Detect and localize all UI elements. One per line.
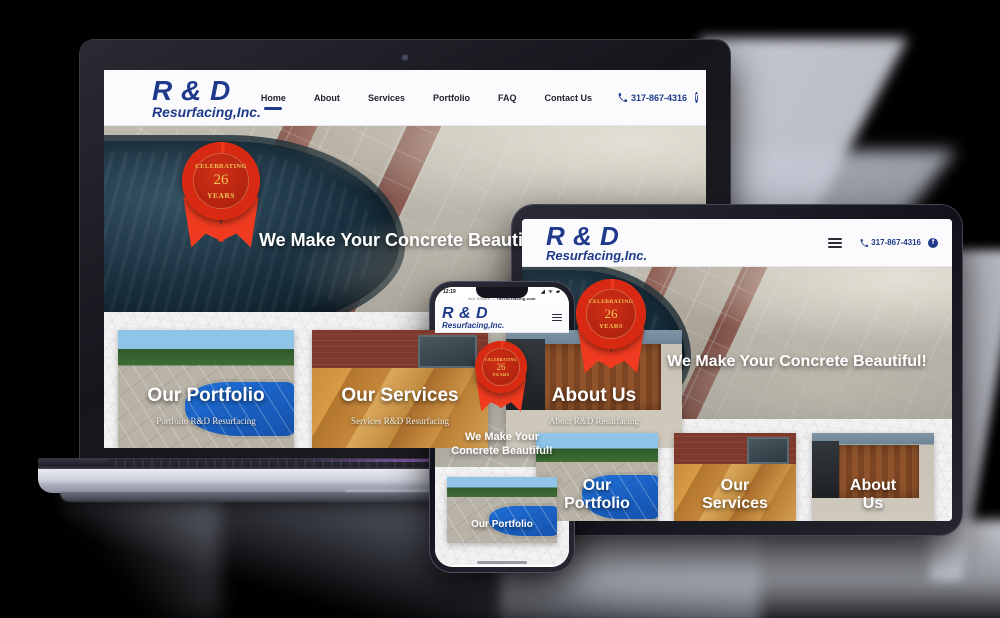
celebrating-badge-mobile: CELEBRATING 26 YEARS xyxy=(475,341,527,393)
mockup-stage: R & D Resurfacing,Inc. Home About Servic… xyxy=(0,0,1000,618)
tablet-card-title-services-line2: Services xyxy=(702,495,768,512)
logo-line-1-tablet: R & D xyxy=(546,221,620,251)
hamburger-menu-icon[interactable] xyxy=(828,237,843,248)
mobile-navbar: R & D Resurfacing,Inc. xyxy=(435,303,569,333)
celebrating-badge-tablet: CELEBRATING 26 YEARS xyxy=(576,279,646,349)
card-title-portfolio: Our Portfolio xyxy=(147,385,265,406)
status-bar-time: 12:19 xyxy=(443,289,456,295)
phone-icon xyxy=(618,93,628,102)
card-image-portfolio xyxy=(447,477,557,543)
card-subtitle-services: Services R&D Resurfacing xyxy=(351,416,449,426)
phone-home-indicator xyxy=(477,561,527,564)
tablet-navbar: R & D Resurfacing,Inc. 317-867-4316 f xyxy=(522,219,952,267)
badge-inner-face: CELEBRATING 26 YEARS xyxy=(192,152,250,210)
facebook-icon[interactable]: f xyxy=(695,92,698,103)
logo-line-1: R & D xyxy=(152,74,231,106)
tablet-card-title-about-line1: About xyxy=(849,477,897,494)
tablet-stone-divider-band: Our Portfolio Our Services About Us xyxy=(522,419,952,521)
mobile-hero-headline-line1: We Make Your xyxy=(465,431,539,443)
site-logo[interactable]: R & D Resurfacing,Inc. xyxy=(152,74,261,120)
tablet-phone-number: 317-867-4316 xyxy=(871,238,921,247)
badge-bottom-text: YEARS xyxy=(599,322,623,330)
tablet-card-title-services-line1: Our xyxy=(720,477,750,494)
tablet-card-title-about-line2: Us xyxy=(862,495,884,512)
mobile-cards-row: Our Portfolio xyxy=(435,467,569,543)
mobile-stone-divider-band: Our Portfolio xyxy=(435,467,569,565)
logo-line-2-mobile: Resurfacing,Inc. xyxy=(442,320,505,330)
celebrating-badge: CELEBRATING 26 YEARS xyxy=(182,142,260,220)
mobile-hero-headline-line2: Concrete Beautiful! xyxy=(451,445,553,457)
nav-item-services[interactable]: Services xyxy=(368,93,405,103)
website-tablet: R & D Resurfacing,Inc. 317-867-4316 f CE… xyxy=(522,219,952,521)
badge-inner-face: CELEBRATING 26 YEARS xyxy=(482,348,520,386)
mobile-card-our-portfolio[interactable]: Our Portfolio xyxy=(447,477,557,543)
card-title-about: About Us xyxy=(551,385,637,406)
nav-item-about[interactable]: About xyxy=(314,93,340,103)
desktop-nav-links: Home About Services Portfolio FAQ Contac… xyxy=(261,93,592,103)
card-title-services: Our Services xyxy=(341,385,459,406)
logo-line-2: Resurfacing,Inc. xyxy=(152,103,261,120)
header-phone-number: 317-867-4316 xyxy=(631,92,688,103)
badge-number: 26 xyxy=(496,362,506,372)
logo-line-2-tablet: Resurfacing,Inc. xyxy=(546,248,648,263)
nav-item-portfolio[interactable]: Portfolio xyxy=(433,93,470,103)
logo-line-1-mobile: R & D xyxy=(442,304,489,322)
status-bar-icons: ◢ ᯤ ▰ xyxy=(540,289,561,295)
badge-top-text: CELEBRATING xyxy=(195,162,247,170)
tablet-phone-link[interactable]: 317-867-4316 xyxy=(860,238,921,247)
facebook-icon[interactable]: f xyxy=(928,237,938,248)
phone-icon xyxy=(860,238,869,247)
nav-item-contact-us[interactable]: Contact Us xyxy=(545,93,593,103)
badge-inner-face: CELEBRATING 26 YEARS xyxy=(585,288,637,340)
house-window-detail xyxy=(747,436,789,464)
card-subtitle-portfolio: Portfolio R&D Resurfacing xyxy=(156,416,256,426)
badge-bottom-text: YEARS xyxy=(492,372,510,377)
desktop-navbar: R & D Resurfacing,Inc. Home About Servic… xyxy=(104,70,706,126)
house-window-detail xyxy=(417,334,478,368)
hamburger-menu-icon[interactable] xyxy=(552,314,562,321)
tablet-screen: R & D Resurfacing,Inc. 317-867-4316 f CE… xyxy=(522,219,952,521)
tablet-card-about-us[interactable]: About Us xyxy=(812,433,934,521)
tablet-cards-row: Our Portfolio Our Services About Us xyxy=(522,419,952,521)
phone-notch xyxy=(476,287,528,298)
mobile-card-title-portfolio: Our Portfolio xyxy=(471,519,533,530)
site-logo-tablet[interactable]: R & D Resurfacing,Inc. xyxy=(546,223,647,262)
badge-bottom-text: YEARS xyxy=(207,190,235,200)
tablet-hero-headline: We Make Your Concrete Beautiful! xyxy=(667,353,927,370)
badge-top-text: CELEBRATING xyxy=(588,298,634,305)
badge-number: 26 xyxy=(213,171,229,188)
site-logo-mobile[interactable]: R & D Resurfacing,Inc. xyxy=(442,304,505,330)
header-phone-link[interactable]: 317-867-4316 xyxy=(618,93,687,103)
nav-item-home[interactable]: Home xyxy=(261,93,286,103)
card-our-portfolio[interactable]: Our Portfolio Portfolio R&D Resurfacing xyxy=(118,330,294,448)
tablet-card-our-services[interactable]: Our Services xyxy=(674,433,796,521)
webcam-icon xyxy=(401,54,409,61)
badge-number: 26 xyxy=(604,305,618,321)
tablet-mockup: R & D Resurfacing,Inc. 317-867-4316 f CE… xyxy=(512,205,962,535)
nav-item-faq[interactable]: FAQ xyxy=(498,93,517,103)
